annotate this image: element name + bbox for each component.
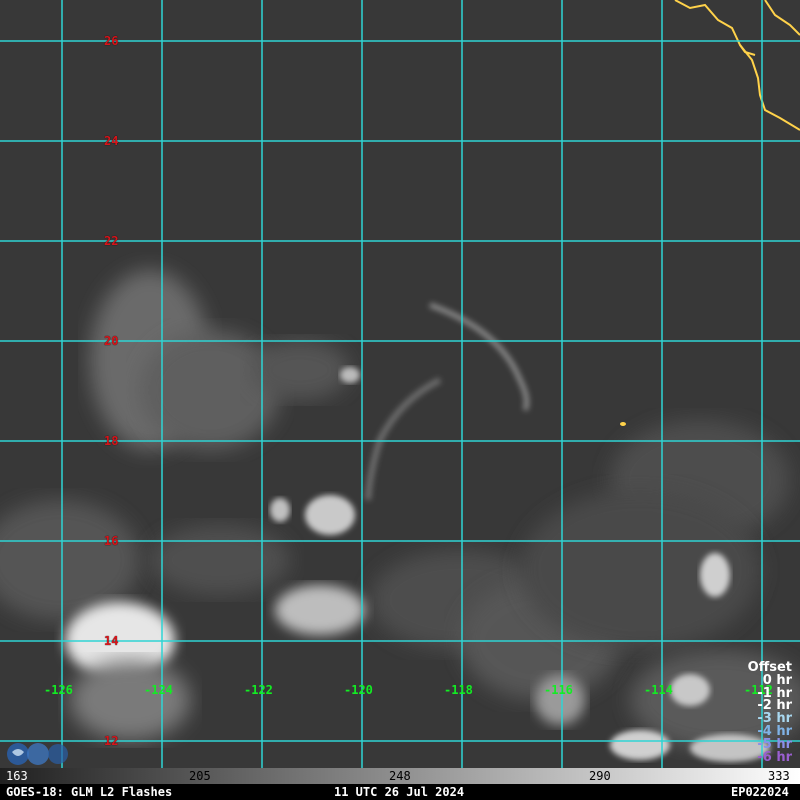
lat-label-18: 18 bbox=[104, 434, 119, 448]
offset-legend: Offset 0 hr -1 hr -2 hr -3 hr -4 hr -5 h… bbox=[748, 661, 792, 765]
lat-label-20: 20 bbox=[104, 334, 119, 348]
colorbar-tick: 248 bbox=[389, 769, 411, 783]
lon-label-124: -124 bbox=[144, 683, 173, 697]
lon-label-114: -114 bbox=[644, 683, 673, 697]
lat-label-26: 26 bbox=[104, 34, 119, 48]
lat-label-12: 12 bbox=[104, 734, 119, 748]
lat-label-14: 14 bbox=[104, 634, 119, 648]
colorbar-tick: 163 bbox=[6, 769, 28, 783]
colorbar-tick: 290 bbox=[589, 769, 611, 783]
colorbar-tick: 333 bbox=[768, 769, 790, 783]
lightning-flash-marker bbox=[620, 422, 626, 426]
footer-bar: GOES-18: GLM L2 Flashes 11 UTC 26 Jul 20… bbox=[0, 784, 800, 800]
lat-label-24: 24 bbox=[104, 134, 119, 148]
agency-logo bbox=[7, 743, 68, 765]
colorbar-tick: 205 bbox=[189, 769, 211, 783]
lat-label-16: 16 bbox=[104, 534, 119, 548]
lon-label-120: -120 bbox=[344, 683, 373, 697]
lon-label-116: -116 bbox=[544, 683, 573, 697]
storm-id-label: EP022024 bbox=[731, 785, 789, 799]
product-label: GOES-18: GLM L2 Flashes bbox=[6, 785, 173, 799]
lon-label-126: -126 bbox=[44, 683, 73, 697]
lon-label-122: -122 bbox=[244, 683, 273, 697]
lat-label-22: 22 bbox=[104, 234, 119, 248]
lon-label-118: -118 bbox=[444, 683, 473, 697]
offset-legend-entry: -6 hr bbox=[757, 749, 792, 765]
satellite-map bbox=[0, 0, 800, 768]
ir-imagery bbox=[0, 0, 800, 768]
valid-time-label: 11 UTC 26 Jul 2024 bbox=[334, 785, 465, 799]
